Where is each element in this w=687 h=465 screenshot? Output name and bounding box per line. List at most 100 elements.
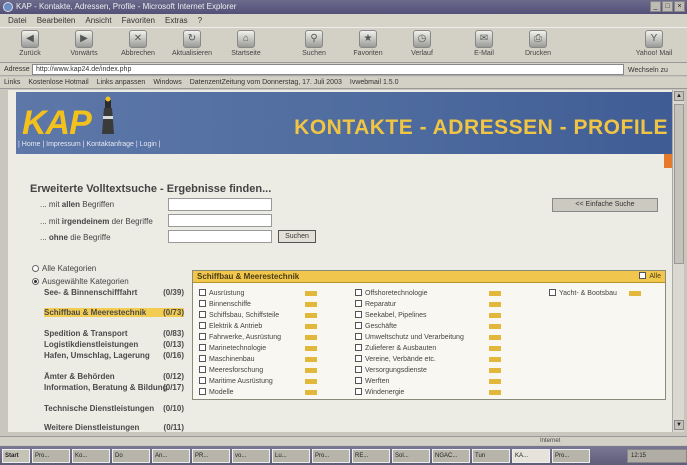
link-item[interactable]: Kostenlose Hotmail <box>28 77 88 88</box>
taskbar-button[interactable]: NGAC... <box>432 448 470 463</box>
subcategory-checkbox[interactable]: Reparatur <box>355 300 396 309</box>
search-button[interactable]: ⚲ Suchen <box>290 30 338 62</box>
maximize-button[interactable]: □ <box>662 1 673 12</box>
category-item[interactable]: Technische Dienstleistungen (0/10) <box>44 404 184 413</box>
taskbar-button[interactable]: Do <box>112 448 150 463</box>
site-nav[interactable]: | Home | Impressum | Kontaktanfrage | Lo… <box>18 141 161 148</box>
category-item[interactable]: Hafen, Umschlag, Lagerung (0/16) <box>44 351 184 360</box>
taskbar-button[interactable]: Lu... <box>272 448 310 463</box>
site-logo[interactable]: KAP <box>22 104 92 143</box>
subcategory-checkbox[interactable]: Fahrwerke, Ausrüstung <box>199 333 281 342</box>
subcategory-checkbox[interactable]: Schiffsbau, Schiffsteile <box>199 311 279 320</box>
minimize-button[interactable]: _ <box>650 1 661 12</box>
link-item[interactable]: Links anpassen <box>97 77 146 88</box>
subcategory-checkbox[interactable]: Ausrüstung <box>199 289 244 298</box>
select-all-checkbox[interactable]: Alle <box>639 271 661 283</box>
subcategory-checkbox[interactable]: Elektrik & Antrieb <box>199 322 262 331</box>
menu-datei[interactable]: Datei <box>8 14 27 27</box>
link-item[interactable]: Ivwebmail 1.5.0 <box>350 77 399 88</box>
menu-extras[interactable]: Extras <box>165 14 188 27</box>
radio-selected-categories[interactable]: Ausgewählte Kategorien <box>32 277 129 286</box>
mail-icon: ✉ <box>475 30 493 48</box>
scroll-down-arrow-icon[interactable]: ▼ <box>674 420 684 430</box>
search-all-input[interactable] <box>168 198 272 211</box>
refresh-button[interactable]: ↻ Aktualisieren <box>168 30 216 62</box>
stop-button[interactable]: ✕ Abbrechen <box>114 30 162 62</box>
new-badge-icon <box>305 368 317 373</box>
radio-all-categories[interactable]: Alle Kategorien <box>32 264 96 273</box>
search-icon: ⚲ <box>305 30 323 48</box>
category-item[interactable]: Ämter & Behörden (0/12) <box>44 372 184 381</box>
subcategory-checkbox[interactable]: Binnenschiffe <box>199 300 251 309</box>
category-item[interactable]: See- & Binnenschifffahrt (0/39) <box>44 288 184 297</box>
category-item-selected[interactable]: Schiffbau & Meerestechnik (0/73) <box>44 308 184 317</box>
taskbar-button[interactable]: KA... <box>512 448 550 463</box>
menu-help[interactable]: ? <box>198 14 202 27</box>
subcategory-checkbox[interactable]: Maritime Ausrüstung <box>199 377 273 386</box>
address-input[interactable]: http://www.kap24.de/index.php <box>32 64 624 75</box>
category-item[interactable]: Logistikdienstleistungen (0/13) <box>44 340 184 349</box>
category-item[interactable]: Information, Beratung & Bildung (0/17) <box>44 383 184 392</box>
subcategory-checkbox[interactable]: Seekabel, Pipelines <box>355 311 427 320</box>
close-button[interactable]: × <box>674 1 685 12</box>
go-button[interactable]: Wechseln zu <box>628 64 668 77</box>
search-any-input[interactable] <box>168 214 272 227</box>
simple-search-button[interactable]: << Einfache Suche <box>552 198 658 212</box>
new-badge-icon <box>305 379 317 384</box>
checkbox-icon <box>549 289 556 296</box>
subcategory-checkbox[interactable]: Yacht- & Bootsbau <box>549 289 617 298</box>
subcategory-checkbox[interactable]: Zulieferer & Ausbauten <box>355 344 436 353</box>
home-button[interactable]: ⌂ Startseite <box>222 30 270 62</box>
subcategory-checkbox[interactable]: Offshoretechnologie <box>355 289 428 298</box>
taskbar-button[interactable]: Ko... <box>72 448 110 463</box>
start-button[interactable]: Start <box>2 448 30 463</box>
category-item[interactable]: Spedition & Transport (0/83) <box>44 329 184 338</box>
scroll-thumb[interactable] <box>674 104 684 264</box>
taskbar-button[interactable]: An... <box>152 448 190 463</box>
taskbar-button[interactable]: Tun <box>472 448 510 463</box>
subcategory-panel: Schiffbau & Meerestechnik Alle Ausrüstun… <box>192 270 666 400</box>
forward-button[interactable]: ▶ Vorwärts <box>60 30 108 62</box>
link-item[interactable]: Windows <box>153 77 181 88</box>
menu-ansicht[interactable]: Ansicht <box>85 14 111 27</box>
menu-favoriten[interactable]: Favoriten <box>122 14 155 27</box>
new-badge-icon <box>305 313 317 318</box>
new-badge-icon <box>489 291 501 296</box>
taskbar-button[interactable]: Pro... <box>312 448 350 463</box>
history-button[interactable]: ◷ Verlauf <box>398 30 446 62</box>
subcategory-checkbox[interactable]: Meeresforschung <box>199 366 263 375</box>
link-item[interactable]: DatenzentZeitung vom Donnerstag, 17. Jul… <box>190 77 342 88</box>
subcategory-checkbox[interactable]: Windenergie <box>355 388 404 397</box>
subcategory-checkbox[interactable]: Umweltschutz und Verarbeitung <box>355 333 464 342</box>
scroll-up-arrow-icon[interactable]: ▲ <box>674 91 684 101</box>
search-without-input[interactable] <box>168 230 272 243</box>
history-icon: ◷ <box>413 30 431 48</box>
page-scrollbar[interactable]: ▲ ▼ <box>672 90 684 432</box>
category-item[interactable]: Weitere Dienstleistungen (0/11) <box>44 423 184 432</box>
subcategory-checkbox[interactable]: Vereine, Verbände etc. <box>355 355 436 364</box>
taskbar-button[interactable]: Pro... <box>552 448 590 463</box>
subcategory-checkbox[interactable]: Werften <box>355 377 389 386</box>
subcategory-checkbox[interactable]: Modelle <box>199 388 234 397</box>
internet-explorer-icon <box>3 2 13 12</box>
mail-button[interactable]: ✉ E-Mail <box>460 30 508 62</box>
subcategory-checkbox[interactable]: Geschäfte <box>355 322 397 331</box>
subcategory-label: Reparatur <box>365 301 397 308</box>
favorites-button[interactable]: ★ Favoriten <box>344 30 392 62</box>
taskbar-button[interactable]: Pro... <box>32 448 70 463</box>
taskbar-button[interactable]: Sol... <box>392 448 430 463</box>
taskbar-button[interactable]: vo... <box>232 448 270 463</box>
menu-bearbeiten[interactable]: Bearbeiten <box>37 14 76 27</box>
taskbar-button[interactable]: RE... <box>352 448 390 463</box>
checkbox-icon <box>355 300 362 307</box>
subcategory-label: Vereine, Verbände etc. <box>365 356 436 363</box>
subcategory-checkbox[interactable]: Maschinenbau <box>199 355 255 364</box>
back-button[interactable]: ◀ Zurück <box>6 30 54 62</box>
subcategory-checkbox[interactable]: Marinetechnologie <box>199 344 266 353</box>
subcategory-checkbox[interactable]: Versorgungsdienste <box>355 366 427 375</box>
print-button[interactable]: ⎙ Drucken <box>514 30 562 62</box>
search-submit-button[interactable]: Suchen <box>278 230 316 243</box>
menu-bar: Datei Bearbeiten Ansicht Favoriten Extra… <box>0 14 687 27</box>
yahoo-mail-button[interactable]: Y Yahoo! Mail <box>630 30 678 62</box>
taskbar-button[interactable]: PR... <box>192 448 230 463</box>
